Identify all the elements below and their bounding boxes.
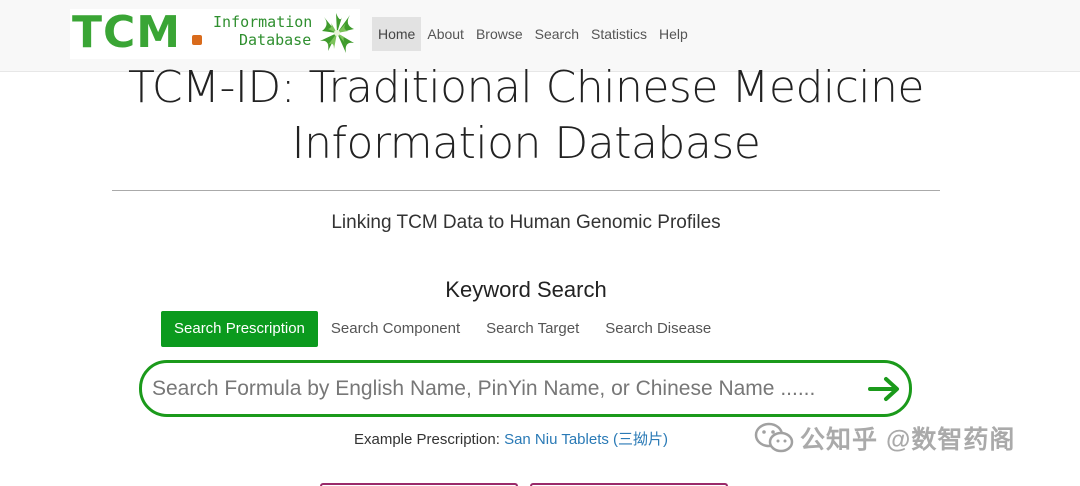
main-nav: Home About Browse Search Statistics Help: [372, 17, 694, 51]
tab-search-disease[interactable]: Search Disease: [592, 311, 724, 347]
arrow-right-icon[interactable]: [868, 375, 902, 403]
logo-tcm-text: TCM: [72, 7, 182, 58]
logo-info-line1: Information: [213, 13, 313, 31]
example-label: Example Prescription:: [354, 431, 500, 448]
example-link[interactable]: San Niu Tablets (三拗片): [504, 431, 668, 448]
wechat-icon: [754, 422, 794, 453]
search-input[interactable]: [152, 373, 842, 405]
nav-home[interactable]: Home: [372, 17, 422, 51]
keyword-search-heading: Keyword Search: [445, 277, 607, 302]
logo-dot: [192, 35, 202, 45]
herb-leaf-icon: [320, 13, 354, 53]
watermark: 公知乎 @数智药阁: [754, 420, 1015, 456]
tab-search-target[interactable]: Search Target: [473, 311, 592, 347]
nav-help[interactable]: Help: [653, 17, 694, 51]
nav-about[interactable]: About: [421, 17, 470, 51]
tab-search-component[interactable]: Search Component: [318, 311, 473, 347]
nav-browse[interactable]: Browse: [470, 17, 529, 51]
nav-search[interactable]: Search: [529, 17, 585, 51]
tab-search-prescription[interactable]: Search Prescription: [161, 311, 318, 347]
search-tabs: Search Prescription Search Component Sea…: [161, 311, 724, 347]
page-title: TCM-ID: Traditional Chinese Medicine Inf…: [128, 62, 924, 169]
search-box: [139, 360, 912, 417]
nav-statistics[interactable]: Statistics: [585, 17, 653, 51]
page-subtitle: Linking TCM Data to Human Genomic Profil…: [331, 212, 721, 233]
watermark-text: 公知乎 @数智药阁: [800, 426, 1016, 454]
logo-info-line2: Database: [239, 31, 312, 49]
example-prescription: Example Prescription: San Niu Tablets (三…: [354, 428, 668, 449]
logo-subtitle: Information Database: [213, 13, 312, 49]
divider: [112, 190, 940, 191]
site-logo[interactable]: TCM Information Database: [70, 7, 360, 59]
